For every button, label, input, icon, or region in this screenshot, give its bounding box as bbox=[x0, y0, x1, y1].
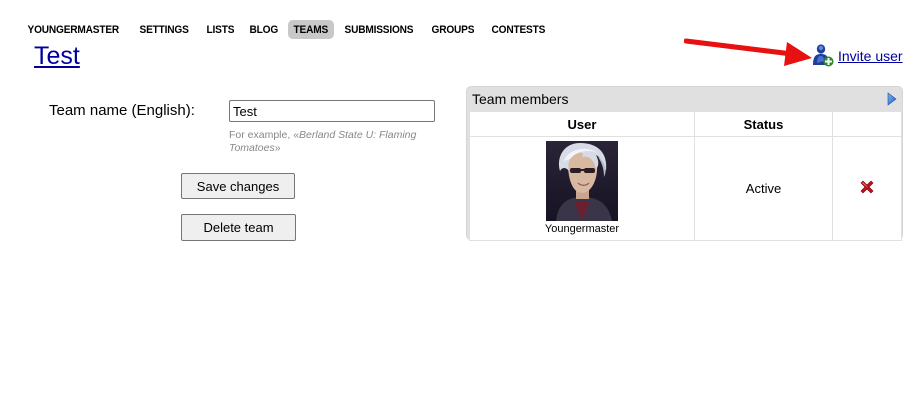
annotation-arrow bbox=[684, 38, 812, 66]
remove-icon[interactable] bbox=[859, 179, 875, 195]
delete-team-button[interactable]: Delete team bbox=[181, 214, 296, 241]
column-header-status: Status bbox=[694, 111, 833, 137]
nav-item-youngermaster[interactable]: YOUNGERMASTER bbox=[22, 20, 125, 39]
team-name-label: Team name (English): bbox=[49, 102, 195, 119]
invite-user-link[interactable]: Invite user bbox=[838, 48, 903, 64]
expand-toggle-icon[interactable] bbox=[887, 92, 897, 106]
table-row: Youngermaster Active bbox=[469, 136, 902, 241]
nav-item-contests[interactable]: CONTESTS bbox=[486, 20, 551, 39]
team-name-input[interactable] bbox=[229, 100, 435, 122]
page-title[interactable]: Test bbox=[34, 42, 80, 71]
member-action-cell bbox=[832, 136, 902, 241]
team-members-title: Team members bbox=[472, 91, 569, 107]
nav-item-groups[interactable]: GROUPS bbox=[426, 20, 480, 39]
nav-item-teams[interactable]: TEAMS bbox=[288, 19, 334, 39]
member-status: Active bbox=[694, 136, 833, 241]
nav-item-lists[interactable]: LISTS bbox=[201, 20, 240, 39]
invite-user: Invite user bbox=[812, 43, 903, 67]
avatar[interactable] bbox=[546, 141, 618, 221]
nav-item-settings[interactable]: SETTINGS bbox=[134, 20, 194, 39]
top-navigation: YOUNGERMASTER SETTINGS LISTS BLOG TEAMS … bbox=[22, 18, 557, 40]
team-name-hint: For example, «Berland State U: Flaming T… bbox=[229, 129, 439, 155]
team-members-panel: Team members User Status Youngermaster A… bbox=[466, 86, 903, 241]
column-header-actions bbox=[832, 111, 902, 137]
hint-suffix: » bbox=[274, 142, 281, 154]
member-user-cell: Youngermaster bbox=[469, 136, 695, 241]
members-table: User Status Youngermaster Active bbox=[469, 111, 902, 241]
nav-item-submissions[interactable]: SUBMISSIONS bbox=[339, 20, 419, 39]
column-header-user: User bbox=[469, 111, 695, 137]
members-header-row: User Status bbox=[469, 111, 902, 137]
nav-item-blog[interactable]: BLOG bbox=[244, 20, 284, 39]
hint-prefix: For example, « bbox=[229, 129, 300, 141]
save-changes-button[interactable]: Save changes bbox=[181, 173, 295, 199]
add-user-icon[interactable] bbox=[812, 43, 834, 67]
member-username: Youngermaster bbox=[544, 223, 620, 235]
